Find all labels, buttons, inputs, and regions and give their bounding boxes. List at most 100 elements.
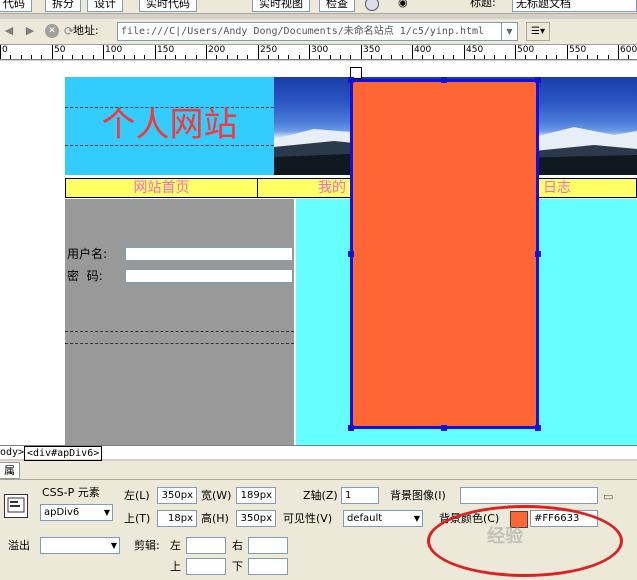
username-label: 用户名: [67,247,108,261]
ruler-tick [371,55,372,59]
stop-icon[interactable]: ✕ [45,24,59,38]
clip-bottom-label: 下 [232,560,243,573]
document-title-input[interactable]: 无标题文档 [512,0,637,12]
ruler-tick [340,55,341,59]
resize-handle[interactable] [348,77,354,83]
ruler-label: 600 [620,45,637,55]
split-view-button[interactable]: 拆分 [45,0,81,12]
username-input[interactable] [125,247,293,261]
z-index-input[interactable]: 1 [341,487,379,504]
ruler-tick [577,55,578,59]
ruler-tick [237,55,238,59]
document-toolbar: 代码 拆分 设计 实时代码 实时视图 检查 ◉ 标题: 无标题文档 [0,0,637,14]
view-options-icon[interactable]: ☰▾ [526,22,550,41]
ruler-tick [412,45,413,59]
design-view-button[interactable]: 设计 [87,0,123,12]
forward-arrow-icon[interactable]: ▶ [23,24,37,38]
div-guide-line [65,331,294,332]
ruler-tick [82,55,83,59]
properties-tab[interactable]: 属性 [0,462,20,492]
overflow-label: 溢出 [8,539,30,552]
globe-icon[interactable] [365,0,379,11]
resize-handle[interactable] [535,251,541,257]
visibility-select[interactable]: default ▼ [343,510,423,527]
visibility-label: 可见性(V) [283,512,333,525]
back-arrow-icon[interactable]: ◀ [2,24,16,38]
ruler-tick [319,55,320,59]
clip-right-label: 右 [232,539,243,552]
password-label: 密 码: [67,269,103,283]
ruler-tick [381,55,382,59]
property-inspector-header: 属性 [0,461,637,492]
bg-image-input[interactable] [460,487,598,504]
ruler-label: 50 [54,45,66,55]
ap-div-box[interactable] [348,77,541,431]
ruler-tick [515,45,516,59]
ruler-tick [484,55,485,59]
ruler-tick [247,55,248,59]
live-code-button[interactable]: 实时代码 [139,0,197,12]
ruler-tick [41,55,42,59]
code-view-button[interactable]: 代码 [0,0,32,12]
clip-bottom-input[interactable] [248,558,288,575]
clip-top-input[interactable] [186,558,226,575]
tag-body[interactable]: ody> [0,446,24,459]
ruler-tick [258,45,259,59]
password-input[interactable] [125,269,293,283]
element-type-label: CSS-P 元素 [42,486,100,499]
ruler-tick [134,55,135,59]
top-label: 上(T) [124,512,151,525]
horizontal-ruler: 0 50 100 150 200 250 300 350 400 450 500 550 600 [0,44,637,60]
resize-handle[interactable] [441,425,447,431]
ruler-label: 250 [260,45,278,55]
width-input[interactable]: 189px [236,487,276,504]
title-label: 标题: [470,0,496,9]
resize-handle[interactable] [535,425,541,431]
overflow-select[interactable]: ▼ [40,537,120,554]
ruler-tick [31,55,32,59]
ruler-label: 150 [157,45,175,55]
ruler-tick [62,55,63,59]
element-id-value: apDiv6 [44,507,80,518]
ruler-tick [618,45,619,59]
tag-apdiv[interactable]: <div#apDiv6> [24,446,103,461]
resize-handle[interactable] [441,77,447,83]
ruler-tick [52,45,53,59]
ruler-tick [196,55,197,59]
element-id-select[interactable]: apDiv6 ▼ [40,504,113,521]
div-guide-line [65,145,274,146]
ruler-tick [505,55,506,59]
resize-handle[interactable] [348,425,354,431]
clip-left-input[interactable] [186,537,226,554]
address-dropdown-icon[interactable]: ▼ [502,22,518,41]
address-input[interactable]: file:///C|/Users/Andy Dong/Documents/未命名… [117,22,502,41]
ruler-tick [103,45,104,59]
top-input[interactable]: 18px [157,510,197,527]
ruler-tick [21,55,22,59]
left-input[interactable]: 350px [157,487,197,504]
ruler-tick [268,55,269,59]
ruler-tick [216,55,217,59]
clip-label: 剪辑: [134,539,160,552]
resize-handle[interactable] [535,77,541,83]
div-guide-line [65,343,294,344]
design-canvas[interactable]: 个人网站 网站首页 我的 日志 用户名: 密 码: [0,61,637,445]
ruler-tick [525,55,526,59]
ruler-label: 400 [414,45,432,55]
ruler-tick [299,55,300,59]
inspect-button[interactable]: 检查 [319,0,355,12]
live-view-button[interactable]: 实时视图 [252,0,310,12]
chevron-down-icon: ▼ [103,508,110,517]
height-input[interactable]: 350px [236,510,276,527]
chevron-down-icon: ▼ [110,541,117,550]
preview-eye-icon[interactable]: ◉ [398,0,414,11]
nav-item-home[interactable]: 网站首页 [66,179,258,197]
ruler-tick [587,55,588,59]
ruler-label: 550 [569,45,587,55]
watermark: 经验 [487,526,523,547]
clip-left-label: 左 [170,539,181,552]
resize-handle[interactable] [348,251,354,257]
clip-right-input[interactable] [248,537,288,554]
ruler-tick [93,55,94,59]
folder-icon[interactable]: ▭ [603,490,613,503]
